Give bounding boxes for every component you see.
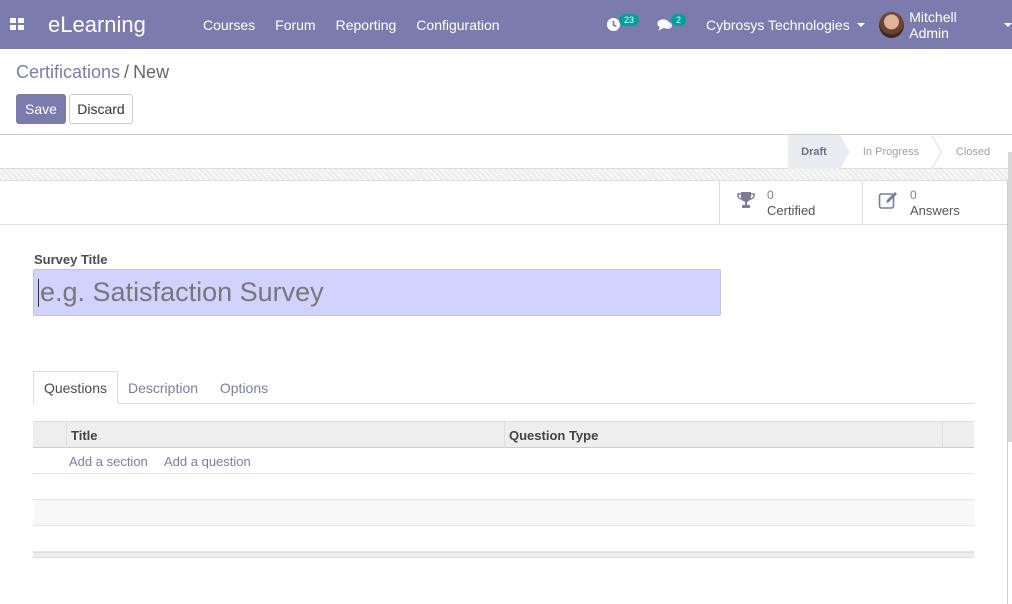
menu-item-reporting[interactable]: Reporting: [336, 17, 397, 33]
certified-label: Certified: [767, 203, 816, 218]
discard-button[interactable]: Discard: [69, 94, 133, 124]
stage-arrow: [840, 135, 850, 169]
tab-description[interactable]: Description: [118, 371, 208, 404]
activity-button[interactable]: 23: [606, 0, 640, 49]
certified-stat-button[interactable]: 0 Certified: [719, 181, 862, 225]
breadcrumb-certifications[interactable]: Certifications: [16, 62, 120, 82]
column-handle: [33, 422, 66, 448]
survey-title-placeholder: e.g. Satisfaction Survey: [40, 277, 324, 307]
menu-item-courses[interactable]: Courses: [203, 17, 255, 33]
survey-title-input[interactable]: e.g. Satisfaction Survey: [33, 269, 721, 316]
avatar: [879, 11, 905, 38]
stage-arrow-inner: [931, 135, 941, 169]
save-button[interactable]: Save: [16, 94, 66, 124]
activity-count-badge: 23: [619, 13, 640, 26]
company-name: Cybrosys Technologies: [706, 16, 850, 33]
user-menu[interactable]: Mitchell Admin: [879, 0, 1012, 49]
button-box: 0 Certified 0 Answers: [0, 181, 1007, 225]
table-header: Title Question Type: [33, 421, 974, 448]
user-name: Mitchell Admin: [909, 8, 957, 41]
company-switcher[interactable]: Cybrosys Technologies: [706, 0, 865, 49]
message-count-badge: 2: [671, 13, 687, 26]
survey-title-label: Survey Title: [34, 252, 108, 267]
stage-in-progress[interactable]: In Progress: [850, 135, 932, 169]
chevron-down-icon: [1004, 22, 1012, 27]
tab-questions[interactable]: Questions: [33, 371, 118, 404]
sheet-background: [0, 169, 1008, 181]
menu-item-forum[interactable]: Forum: [275, 17, 315, 33]
table-row: [33, 500, 974, 526]
scrollbar[interactable]: [1008, 152, 1012, 442]
table-row: [33, 474, 974, 500]
top-navbar: eLearning Courses Forum Reporting Config…: [0, 0, 1012, 49]
app-brand[interactable]: eLearning: [48, 12, 146, 38]
tab-options[interactable]: Options: [208, 371, 280, 404]
edit-icon: [878, 190, 900, 216]
add-section-link[interactable]: Add a section: [69, 454, 148, 469]
text-cursor: [38, 278, 39, 307]
trophy-icon: [735, 190, 757, 216]
breadcrumb: Certifications / New: [16, 62, 169, 83]
answers-label: Answers: [910, 203, 960, 218]
answers-count: 0: [910, 188, 917, 202]
notebook-tabs: Questions Description Options: [33, 371, 974, 404]
questions-table: Title Question Type Add a section Add a …: [33, 421, 974, 558]
status-bar: Draft In Progress Closed: [0, 135, 1008, 169]
breadcrumb-separator: /: [124, 62, 130, 82]
add-question-link[interactable]: Add a question: [164, 454, 251, 469]
apps-menu-icon[interactable]: [10, 18, 24, 30]
column-question-type[interactable]: Question Type: [504, 422, 942, 448]
menu-item-configuration[interactable]: Configuration: [416, 17, 499, 33]
table-row: [33, 526, 974, 552]
breadcrumb-current: New: [133, 62, 170, 82]
table-footer: [33, 552, 974, 558]
column-title[interactable]: Title: [66, 422, 504, 448]
certified-count: 0: [767, 188, 774, 202]
column-actions: [942, 422, 974, 448]
stage-draft[interactable]: Draft: [788, 135, 840, 169]
stage-closed[interactable]: Closed: [943, 135, 1003, 169]
form-sheet: 0 Certified 0 Answers Survey Title e.g. …: [0, 181, 1008, 604]
add-line-row: Add a section Add a question: [33, 448, 974, 474]
main-menu: Courses Forum Reporting Configuration: [203, 17, 520, 33]
messages-button[interactable]: 2: [657, 0, 687, 49]
answers-stat-button[interactable]: 0 Answers: [862, 181, 1007, 225]
chevron-down-icon: [856, 22, 865, 27]
